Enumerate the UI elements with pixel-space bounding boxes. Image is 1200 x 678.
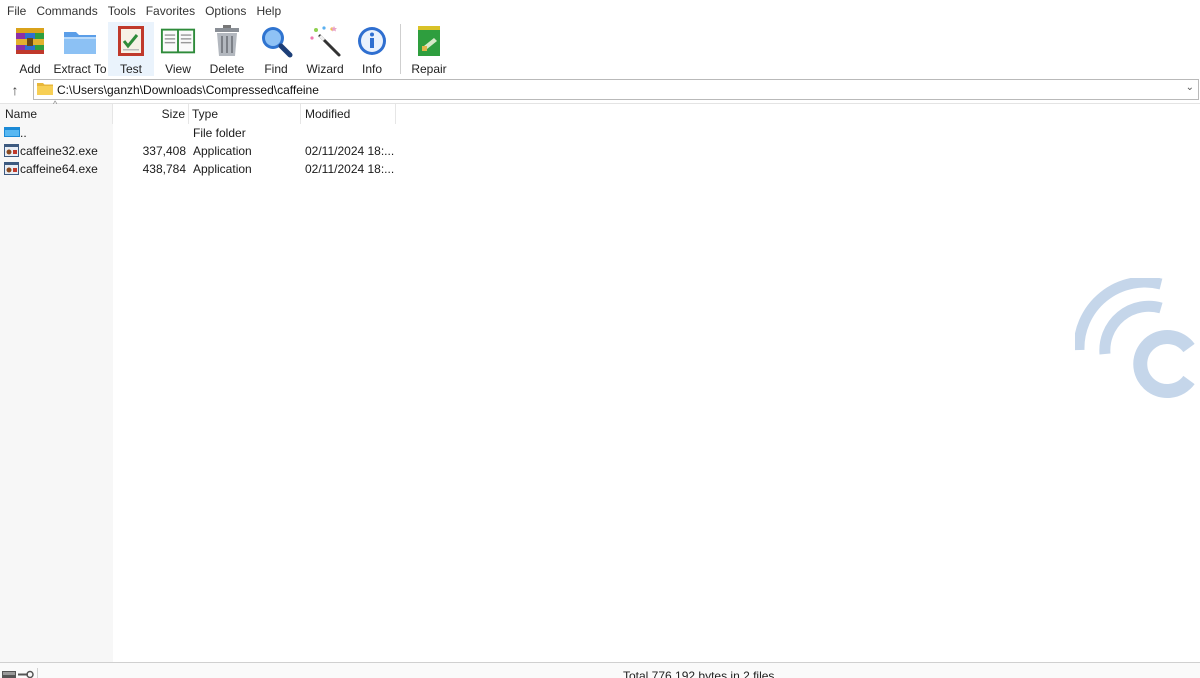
find-button-label: Find xyxy=(264,62,288,76)
test-button-label: Test xyxy=(119,62,142,76)
file-size xyxy=(113,124,186,142)
address-bar[interactable]: C:\Users\ganzh\Downloads\Compressed\caff… xyxy=(33,79,1199,100)
menu-file[interactable]: File xyxy=(2,0,31,22)
view-button[interactable]: View xyxy=(154,22,202,76)
exe-file-icon xyxy=(4,144,19,157)
file-size: 438,784 xyxy=(142,162,186,176)
column-header-size[interactable]: Size xyxy=(113,104,189,124)
info-button-label: Info xyxy=(361,62,382,76)
menu-commands[interactable]: Commands xyxy=(31,0,102,22)
address-path: C:\Users\ganzh\Downloads\Compressed\caff… xyxy=(57,82,319,97)
name-column-background xyxy=(0,104,113,663)
wizard-button-label: Wizard xyxy=(306,62,344,76)
test-button[interactable]: Test xyxy=(108,22,154,76)
list-item[interactable]: caffeine64.exe 438,784 Application 02/11… xyxy=(0,160,400,178)
toolbar: Add Extract To Test View Delete Find Wiz… xyxy=(0,22,1200,76)
repair-icon xyxy=(411,24,447,58)
info-button[interactable]: Info xyxy=(350,22,394,76)
view-button-label: View xyxy=(165,62,191,76)
exe-file-icon xyxy=(4,162,19,175)
magic-wand-icon xyxy=(307,24,343,58)
folder-icon xyxy=(37,82,53,98)
menu-options[interactable]: Options xyxy=(200,0,251,22)
status-bar: Total 776,192 bytes in 2 files xyxy=(0,662,1200,678)
file-modified: 02/11/2024 18:... xyxy=(305,144,395,158)
test-checklist-icon xyxy=(113,24,149,58)
chevron-down-icon[interactable]: ⌄ xyxy=(1186,82,1194,93)
file-name: .. xyxy=(20,126,27,140)
file-name: caffeine64.exe xyxy=(20,162,98,176)
column-header-type[interactable]: Type xyxy=(189,104,301,124)
list-item[interactable]: caffeine32.exe 337,408 Application 02/11… xyxy=(0,142,400,160)
add-archive-icon xyxy=(12,24,48,58)
repair-button-label: Repair xyxy=(411,62,447,76)
menu-help[interactable]: Help xyxy=(251,0,286,22)
file-modified: 02/11/2024 18:... xyxy=(305,162,395,176)
delete-button[interactable]: Delete xyxy=(202,22,252,76)
delete-button-label: Delete xyxy=(209,62,245,76)
column-header-name[interactable]: Name xyxy=(0,104,113,124)
key-icon xyxy=(18,668,34,678)
add-button-label: Add xyxy=(19,62,41,76)
status-icons xyxy=(2,668,38,678)
column-header-modified[interactable]: Modified xyxy=(301,104,396,124)
repair-button[interactable]: Repair xyxy=(407,22,451,76)
extract-to-button[interactable]: Extract To xyxy=(52,22,108,76)
menu-tools[interactable]: Tools xyxy=(103,0,141,22)
file-name: caffeine32.exe xyxy=(20,144,98,158)
file-type: File folder xyxy=(193,126,246,140)
info-icon xyxy=(354,24,390,58)
menu-bar: File Commands Tools Favorites Options He… xyxy=(0,0,1200,22)
wizard-button[interactable]: Wizard xyxy=(300,22,350,76)
list-header: ^ Name Size Type Modified xyxy=(0,99,400,124)
trash-icon xyxy=(209,24,245,58)
add-button[interactable]: Add xyxy=(8,22,52,76)
menu-favorites[interactable]: Favorites xyxy=(141,0,200,22)
view-book-icon xyxy=(160,24,196,58)
file-type: Application xyxy=(193,162,252,176)
parent-folder-icon xyxy=(4,126,20,139)
magnifier-icon xyxy=(258,24,294,58)
status-text: Total 776,192 bytes in 2 files xyxy=(623,669,775,678)
extract-to-button-label: Extract To xyxy=(53,62,107,76)
list-item[interactable]: .. File folder xyxy=(0,124,400,142)
drive-icon xyxy=(2,668,16,678)
up-arrow-icon[interactable]: ↑ xyxy=(0,79,30,101)
watermark-logo xyxy=(1073,276,1195,403)
file-list: ^ Name Size Type Modified .. File folder xyxy=(0,99,1200,663)
address-row: ↑ C:\Users\ganzh\Downloads\Compressed\ca… xyxy=(0,78,1200,102)
extract-folder-icon xyxy=(62,24,98,58)
find-button[interactable]: Find xyxy=(252,22,300,76)
file-size: 337,408 xyxy=(142,144,186,158)
toolbar-separator xyxy=(400,24,401,74)
file-type: Application xyxy=(193,144,252,158)
